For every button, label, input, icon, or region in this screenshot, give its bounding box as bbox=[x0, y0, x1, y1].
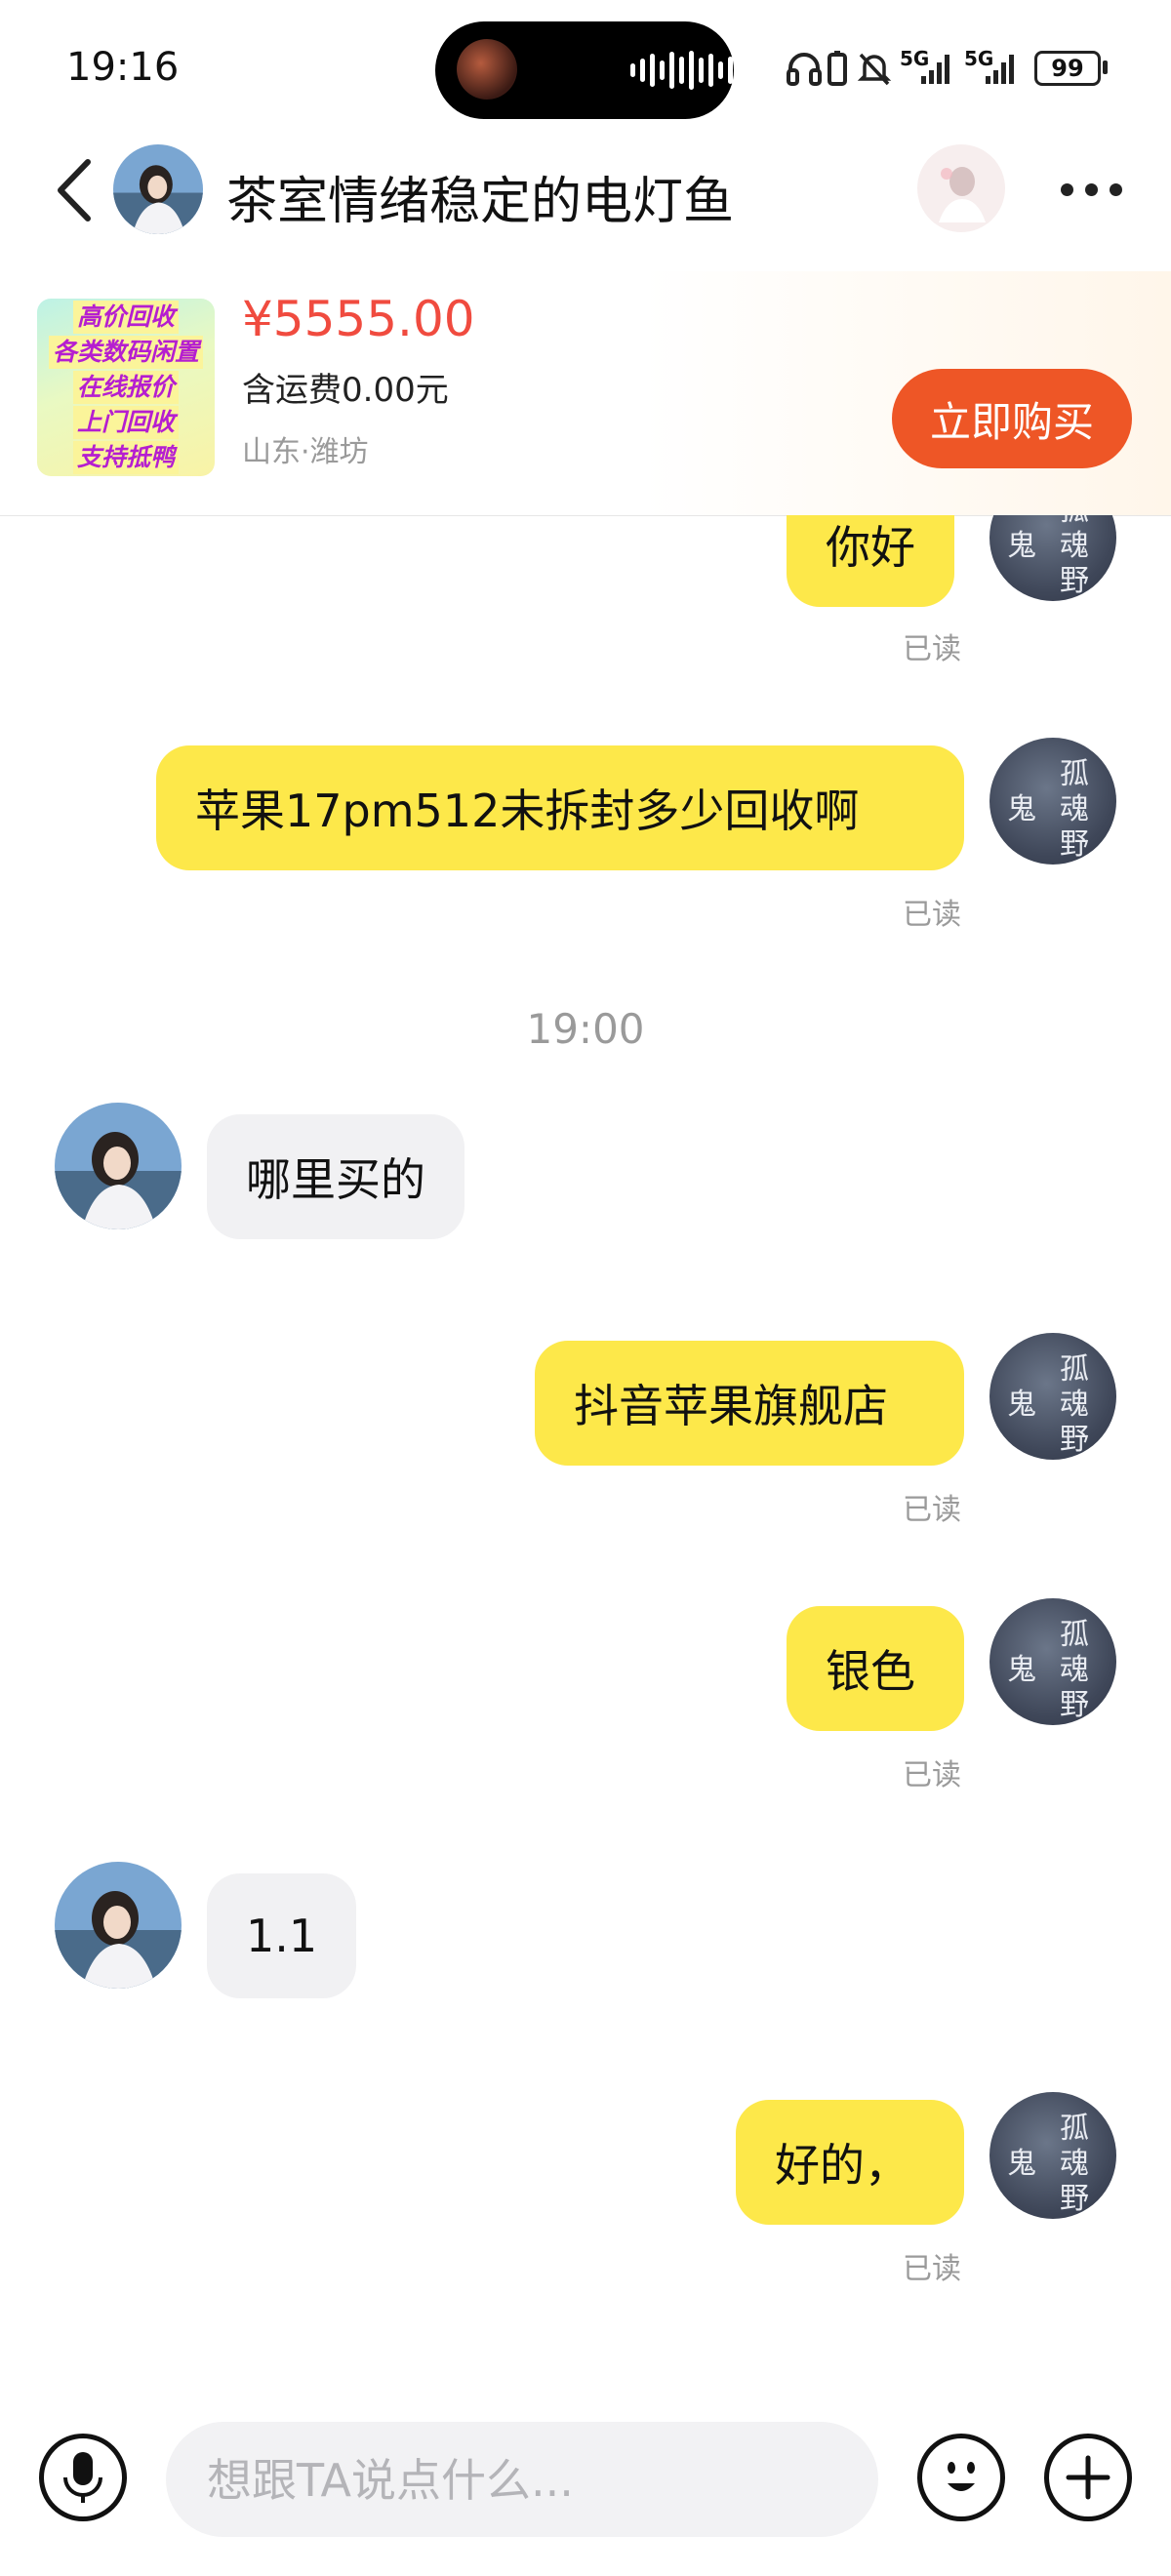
my-message-bubble[interactable]: 你好 bbox=[787, 515, 954, 607]
chat-title: 茶室情绪稳定的电灯鱼 bbox=[226, 173, 735, 231]
plus-icon bbox=[1066, 2455, 1110, 2500]
my-message-bubble[interactable]: 抖音苹果旗舰店 bbox=[535, 1341, 964, 1466]
status-bar: 19:16 5G 5G 99 bbox=[0, 0, 1171, 137]
thumbnail-text: 上门回收 bbox=[72, 406, 179, 439]
avatar-glyph: 野 bbox=[1060, 2182, 1089, 2216]
microphone-icon bbox=[63, 2452, 102, 2503]
seller-avatar[interactable] bbox=[113, 144, 203, 234]
avatar-glyph: 野 bbox=[1060, 1688, 1089, 1722]
thumbnail-text: 各类数码闲置 bbox=[48, 336, 203, 369]
product-price: ¥5555.00 bbox=[242, 291, 475, 347]
thumbnail-text: 高价回收 bbox=[72, 301, 179, 334]
dynamic-island[interactable] bbox=[435, 21, 743, 119]
buy-now-button[interactable]: 立即购买 bbox=[892, 369, 1132, 468]
battery-icon: 99 bbox=[1034, 51, 1101, 86]
emoji-icon bbox=[948, 2462, 975, 2491]
battery-tip bbox=[1103, 60, 1108, 74]
message-list[interactable]: 你好 孤 鬼 魂 野 已读 苹果17pm512未拆封多少回收啊 孤 鬼 魂 野 … bbox=[0, 515, 1171, 2398]
read-receipt: 已读 bbox=[903, 898, 961, 932]
avatar-glyph: 鬼 bbox=[1007, 1388, 1036, 1422]
avatar-glyph: 鬼 bbox=[1007, 1653, 1036, 1687]
message-input[interactable] bbox=[205, 2422, 843, 2539]
avatar-glyph: 野 bbox=[1060, 1423, 1089, 1457]
avatar-glyph: 野 bbox=[1060, 827, 1089, 862]
product-owner-avatar[interactable] bbox=[917, 144, 1005, 232]
dot bbox=[1084, 182, 1098, 196]
my-message-bubble[interactable]: 好的， bbox=[736, 2100, 964, 2225]
my-message-bubble[interactable]: 苹果17pm512未拆封多少回收啊 bbox=[156, 745, 964, 870]
more-options-button[interactable] bbox=[1052, 168, 1130, 211]
read-receipt: 已读 bbox=[903, 1493, 961, 1527]
their-message-bubble[interactable]: 哪里买的 bbox=[207, 1114, 464, 1239]
dot bbox=[1109, 182, 1122, 196]
battery-level: 99 bbox=[1051, 55, 1084, 82]
audio-waveform-icon bbox=[630, 51, 743, 90]
read-receipt: 已读 bbox=[903, 2252, 961, 2286]
message-input-container[interactable] bbox=[166, 2422, 878, 2539]
my-avatar[interactable]: 孤 鬼 魂 野 bbox=[989, 1333, 1116, 1460]
my-avatar[interactable]: 孤 鬼 魂 野 bbox=[989, 515, 1116, 601]
read-receipt: 已读 bbox=[903, 1758, 961, 1792]
seller-avatar[interactable] bbox=[55, 1862, 182, 1989]
voice-input-button[interactable] bbox=[39, 2434, 127, 2521]
thumbnail-text: 支持抵鸭 bbox=[72, 441, 179, 474]
avatar-glyph: 野 bbox=[1060, 564, 1089, 598]
their-message-bubble[interactable]: 1.1 bbox=[207, 1873, 357, 1998]
shipping-info: 含运费0.00元 bbox=[242, 371, 449, 410]
signal-icon bbox=[986, 55, 1014, 84]
avatar-glyph: 鬼 bbox=[1007, 2147, 1036, 2181]
time-separator: 19:00 bbox=[526, 1005, 645, 1053]
seller-location: 山东·潍坊 bbox=[242, 435, 369, 469]
product-thumbnail[interactable]: 高价回收 各类数码闲置 在线报价 上门回收 支持抵鸭 bbox=[37, 299, 215, 476]
thumbnail-text: 在线报价 bbox=[72, 371, 179, 404]
avatar-glyph: 鬼 bbox=[1007, 792, 1036, 826]
my-avatar[interactable]: 孤 鬼 魂 野 bbox=[989, 2092, 1116, 2219]
status-time: 19:16 bbox=[66, 45, 180, 90]
signal-icon bbox=[921, 55, 949, 84]
emoji-button[interactable] bbox=[917, 2434, 1005, 2521]
my-message-bubble[interactable]: 银色 bbox=[787, 1606, 964, 1731]
headphones-icon bbox=[787, 53, 822, 86]
my-avatar[interactable]: 孤 鬼 魂 野 bbox=[989, 738, 1116, 865]
now-playing-artwork bbox=[457, 39, 517, 100]
vibrate-icon bbox=[828, 51, 847, 86]
more-actions-button[interactable] bbox=[1044, 2434, 1132, 2521]
avatar-glyph: 鬼 bbox=[1007, 529, 1036, 563]
my-avatar[interactable]: 孤 鬼 魂 野 bbox=[989, 1598, 1116, 1725]
mute-icon bbox=[857, 53, 892, 86]
read-receipt: 已读 bbox=[903, 632, 961, 666]
seller-avatar[interactable] bbox=[55, 1103, 182, 1229]
back-chevron-icon[interactable] bbox=[53, 156, 96, 224]
dot bbox=[1060, 182, 1073, 196]
product-card[interactable]: 高价回收 各类数码闲置 在线报价 上门回收 支持抵鸭 ¥5555.00 含运费0… bbox=[0, 271, 1171, 516]
